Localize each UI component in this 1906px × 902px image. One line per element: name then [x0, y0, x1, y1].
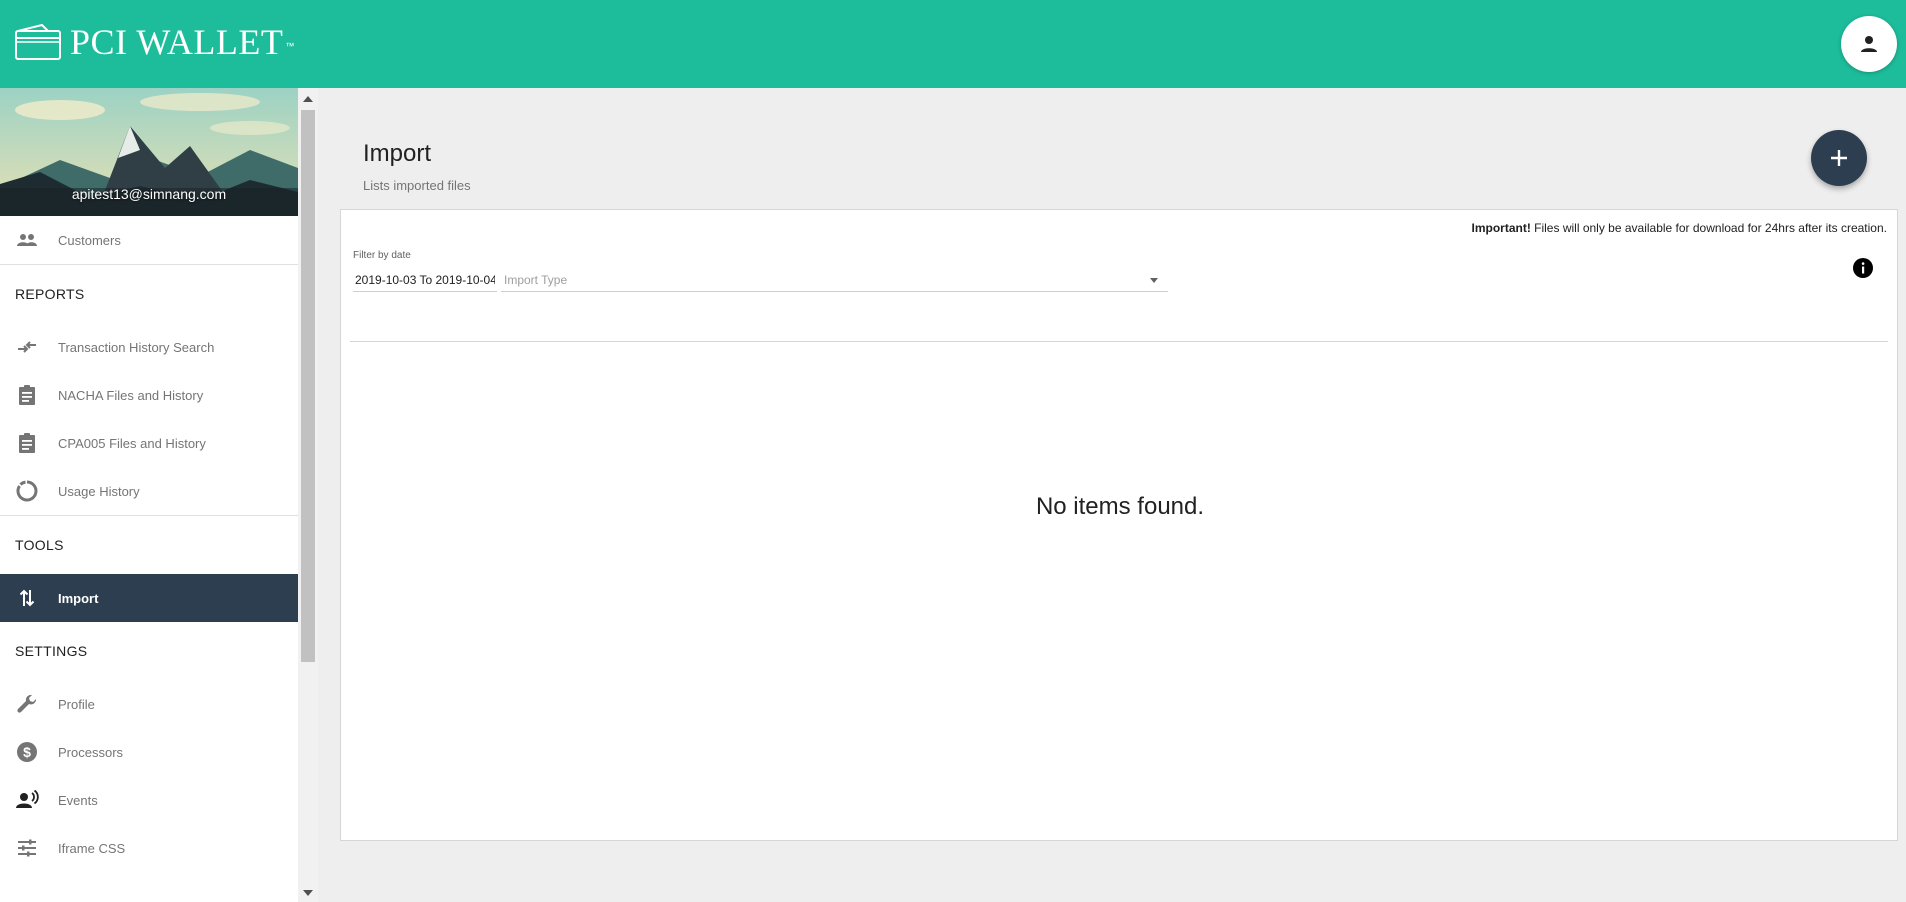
page-subtitle: Lists imported files	[363, 178, 471, 193]
svg-text:$: $	[23, 744, 31, 760]
sidebar-item-customers[interactable]: Customers	[0, 216, 298, 264]
app-logo-text: PCI WALLET ™	[70, 22, 295, 62]
donut-icon	[15, 479, 39, 503]
sidebar-item-label: NACHA Files and History	[58, 387, 204, 403]
wrench-icon	[15, 692, 39, 716]
divider	[350, 341, 1888, 342]
sidebar-item-processors[interactable]: $ Processors	[0, 728, 298, 776]
import-type-select[interactable]: Import Type	[501, 268, 1168, 292]
info-icon[interactable]	[1852, 257, 1874, 279]
scroll-thumb[interactable]	[301, 110, 315, 662]
scroll-up-arrow[interactable]	[303, 96, 313, 102]
sidebar-item-profile[interactable]: Profile	[0, 680, 298, 728]
user-email: apitest13@simnang.com	[71, 186, 227, 202]
sidebar-item-usage-history[interactable]: Usage History	[0, 467, 298, 515]
sidebar-item-label: Customers	[58, 232, 121, 248]
sidebar-item-label: Transaction History Search	[58, 339, 215, 355]
page-title: Import	[363, 140, 432, 167]
add-import-button[interactable]	[1811, 130, 1867, 186]
top-app-bar: PCI WALLET ™	[0, 0, 1906, 88]
sidebar-item-iframe-css[interactable]: Iframe CSS	[0, 824, 298, 872]
sidebar-item-label: Profile	[58, 696, 95, 712]
scroll-down-arrow[interactable]	[303, 890, 313, 896]
sidebar-header: apitest13@simnang.com	[0, 88, 298, 216]
clipboard-icon	[15, 383, 39, 407]
wallet-icon	[15, 23, 61, 60]
section-heading-tools: TOOLS	[15, 537, 64, 553]
sidebar-item-events[interactable]: Events	[0, 776, 298, 824]
clipboard-icon	[15, 431, 39, 455]
sidebar-item-label: Import	[58, 590, 99, 606]
sidebar-item-cpa005-files[interactable]: CPA005 Files and History	[0, 419, 298, 467]
people-icon	[15, 228, 39, 252]
empty-state-message: No items found.	[1035, 493, 1205, 520]
notice-text: Files will only be available for downloa…	[1530, 221, 1887, 235]
date-range-input[interactable]	[353, 268, 497, 292]
sidebar: apitest13@simnang.com Customers REPORTS …	[0, 88, 298, 902]
plus-icon	[1831, 150, 1847, 166]
download-notice: Important! Files will only be available …	[1471, 221, 1887, 235]
sidebar-scrollbar[interactable]	[298, 88, 318, 902]
chevron-down-icon	[1150, 278, 1158, 283]
sidebar-item-transaction-history-search[interactable]: Transaction History Search	[0, 323, 298, 371]
section-heading-reports: REPORTS	[15, 286, 85, 302]
sidebar-item-label: Processors	[58, 744, 124, 760]
sidebar-item-label: Events	[58, 792, 98, 808]
sidebar-item-nacha-files[interactable]: NACHA Files and History	[0, 371, 298, 419]
import-list-card: Important! Files will only be available …	[340, 209, 1898, 841]
trademark: ™	[285, 41, 295, 51]
section-heading-settings: SETTINGS	[15, 643, 88, 659]
import-export-icon	[15, 586, 39, 610]
sidebar-item-label: Iframe CSS	[58, 840, 126, 856]
filter-by-date-label: Filter by date	[353, 250, 411, 261]
sidebar-item-label: CPA005 Files and History	[58, 435, 206, 451]
import-type-placeholder: Import Type	[504, 272, 568, 287]
dollar-circle-icon: $	[15, 740, 39, 764]
tune-icon	[15, 836, 39, 860]
app-logo[interactable]: PCI WALLET ™	[14, 22, 295, 62]
notice-bold: Important!	[1471, 221, 1531, 235]
account-button[interactable]	[1841, 16, 1897, 72]
sidebar-item-label: Usage History	[58, 483, 140, 499]
person-icon	[1861, 36, 1877, 52]
compare-arrows-icon	[15, 335, 39, 359]
record-voice-icon	[15, 788, 39, 812]
sidebar-item-import[interactable]: Import	[0, 574, 298, 622]
